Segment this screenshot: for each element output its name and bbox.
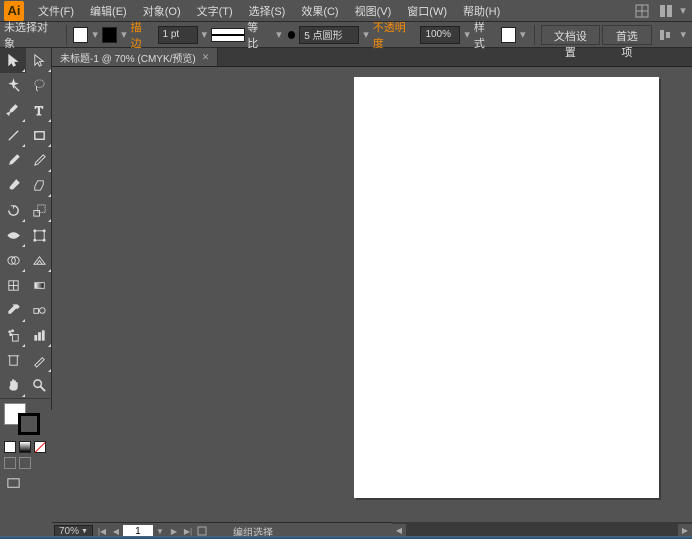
align-icon[interactable] xyxy=(656,26,675,44)
perspective-grid-tool[interactable] xyxy=(26,248,52,273)
brush-dot-icon xyxy=(288,31,296,39)
type-tool[interactable]: T xyxy=(26,98,52,123)
artboard-tool[interactable] xyxy=(0,348,26,373)
line-segment-tool[interactable] xyxy=(0,123,26,148)
close-tab-icon[interactable]: ✕ xyxy=(202,52,210,63)
hand-tool[interactable] xyxy=(0,373,26,398)
style-swatch[interactable] xyxy=(501,27,516,43)
align-dropdown[interactable]: ▾ xyxy=(679,28,688,41)
menu-effect[interactable]: 效果(C) xyxy=(293,0,346,22)
direct-selection-tool[interactable] xyxy=(26,48,52,73)
document-setup-button[interactable]: 文档设置 xyxy=(541,25,601,45)
mesh-tool[interactable] xyxy=(0,273,26,298)
symbol-sprayer-tool[interactable] xyxy=(0,323,26,348)
rotate-tool[interactable] xyxy=(0,198,26,223)
profile-dropdown[interactable]: ▾ xyxy=(274,28,283,41)
app-logo: Ai xyxy=(4,1,24,21)
color-mode-gradient[interactable] xyxy=(19,441,31,453)
stroke-label[interactable]: 描边 xyxy=(131,19,152,51)
free-transform-tool[interactable] xyxy=(26,223,52,248)
width-tool[interactable] xyxy=(0,223,26,248)
svg-text:T: T xyxy=(34,103,42,118)
scale-tool[interactable] xyxy=(26,198,52,223)
menu-bar: Ai 文件(F) 编辑(E) 对象(O) 文字(T) 选择(S) 效果(C) 视… xyxy=(0,0,692,22)
shape-builder-tool[interactable] xyxy=(0,248,26,273)
menu-edit[interactable]: 编辑(E) xyxy=(82,0,135,22)
arrange-dropdown[interactable]: ▾ xyxy=(678,4,688,17)
color-mode-solid[interactable] xyxy=(4,441,16,453)
screen-mode-normal[interactable] xyxy=(4,457,16,469)
stroke-dropdown[interactable]: ▾ xyxy=(119,28,128,41)
opacity-input[interactable] xyxy=(420,26,460,44)
document-tab[interactable]: 未标题-1 @ 70% (CMYK/预览) ✕ xyxy=(52,48,218,66)
stroke-weight-input[interactable] xyxy=(158,26,198,44)
gradient-tool[interactable] xyxy=(26,273,52,298)
rectangle-tool[interactable] xyxy=(26,123,52,148)
selection-tool[interactable] xyxy=(0,48,26,73)
zoom-tool[interactable] xyxy=(26,373,52,398)
document-tab-bar: 未标题-1 @ 70% (CMYK/预览) ✕ xyxy=(52,48,692,67)
preferences-button[interactable]: 首选项 xyxy=(602,25,651,45)
stroke-weight-dropdown[interactable]: ▾ xyxy=(200,28,209,41)
fill-swatch[interactable] xyxy=(73,27,88,43)
magic-wand-tool[interactable] xyxy=(0,73,26,98)
style-dropdown[interactable]: ▾ xyxy=(518,28,527,41)
paintbrush-tool[interactable] xyxy=(0,148,26,173)
selection-status: 未选择对象 xyxy=(4,19,56,51)
opacity-label[interactable]: 不透明度 xyxy=(373,19,415,51)
stroke-swatch[interactable] xyxy=(102,27,117,43)
style-label: 样式 xyxy=(474,19,495,51)
eyedropper-tool[interactable] xyxy=(0,298,26,323)
color-mode-none[interactable] xyxy=(34,441,46,453)
change-screen-mode[interactable] xyxy=(0,471,26,496)
blob-brush-tool[interactable] xyxy=(0,173,26,198)
control-bar: 未选择对象 ▾ ▾ 描边 ▾ 等比 ▾ ▾ 不透明度 ▾ 样式 ▾ 文档设置 首… xyxy=(0,22,692,48)
brush-dropdown[interactable]: ▾ xyxy=(361,28,370,41)
column-graph-tool[interactable] xyxy=(26,323,52,348)
pencil-tool[interactable] xyxy=(26,148,52,173)
stroke-profile[interactable] xyxy=(211,28,245,42)
blend-tool[interactable] xyxy=(26,298,52,323)
brush-definition-input[interactable] xyxy=(299,26,359,44)
document-tab-title: 未标题-1 @ 70% (CMYK/预览) xyxy=(60,50,196,65)
menu-type[interactable]: 文字(T) xyxy=(189,0,241,22)
screen-mode-full[interactable] xyxy=(19,457,31,469)
toolbox: T xyxy=(0,48,52,410)
artboard[interactable] xyxy=(354,77,659,498)
arrange-documents-icon[interactable] xyxy=(656,2,676,20)
profile-label: 等比 xyxy=(247,19,268,51)
slice-tool[interactable] xyxy=(26,348,52,373)
fill-stroke-control[interactable] xyxy=(0,399,52,439)
stroke-color-icon[interactable] xyxy=(18,413,40,435)
eraser-tool[interactable] xyxy=(26,173,52,198)
fill-dropdown[interactable]: ▾ xyxy=(90,28,99,41)
grid-icon[interactable] xyxy=(632,2,652,20)
lasso-tool[interactable] xyxy=(26,73,52,98)
pen-tool[interactable] xyxy=(0,98,26,123)
opacity-dropdown[interactable]: ▾ xyxy=(462,28,471,41)
